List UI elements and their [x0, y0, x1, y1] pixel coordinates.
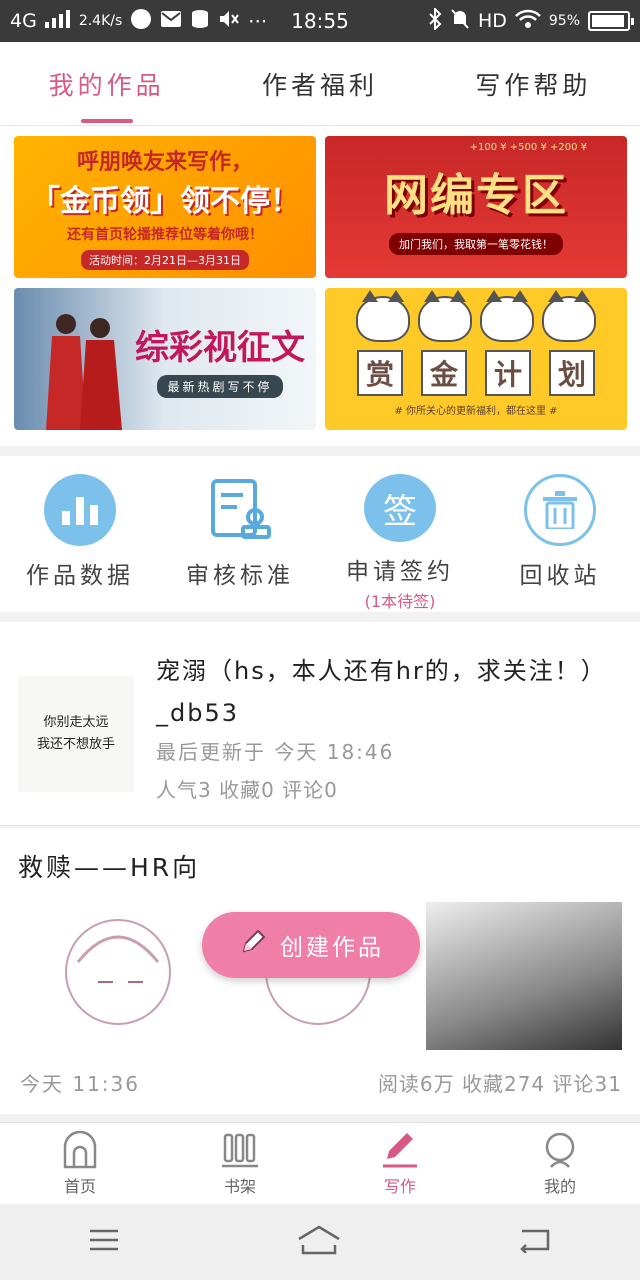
back-icon[interactable] [518, 1227, 552, 1257]
nav-label: 首页 [63, 1176, 96, 1196]
tool-label: 回收站 [519, 563, 601, 589]
nav-mine[interactable]: 我的 [480, 1123, 640, 1204]
work-title: 宠溺（hs，本人还有hr的，求关注！）_db53 [156, 657, 595, 727]
work-stats: 阅读6万 收藏274 评论31 [377, 1072, 622, 1096]
work-card-1[interactable]: 你别走太远 我还不想放手 宠溺（hs，本人还有hr的，求关注！）_db53 最后… [0, 622, 640, 826]
banner-char: 金 [421, 349, 467, 396]
bluetooth-icon [428, 6, 442, 35]
battery-icon [588, 11, 634, 31]
home-icon [63, 1130, 97, 1168]
nav-label: 我的 [543, 1176, 576, 1196]
hd-label: HD [477, 10, 507, 32]
work-stats: 人气3 收藏0 评论0 [156, 778, 338, 802]
banner-grid: 呼朋唤友来写作， 「金币领」领不停！ 还有首页轮播推荐位等着你哦！ 活动时间：2… [0, 126, 640, 446]
tab-author-benefits[interactable]: 作者福利 [213, 42, 426, 125]
tab-underline [80, 119, 133, 123]
cat-icon [542, 289, 596, 342]
banner-line: 综彩视征文 [135, 328, 305, 368]
work-time: 今天 11:36 [20, 1072, 140, 1096]
wifi-icon [514, 9, 541, 34]
tab-label: 写作帮助 [475, 70, 592, 100]
menu-icon[interactable] [88, 1228, 120, 1256]
status-bar: 4G 2.4K/s ⋯ 18:55 HD 95% [0, 0, 640, 42]
system-nav [0, 1204, 640, 1280]
cat-icon [356, 289, 410, 342]
top-tabs: 我的作品 作者福利 写作帮助 [0, 42, 640, 126]
banner-editor-zone[interactable]: +100 ¥ +500 ¥ +200 ¥ 网编专区 加门我们，我取第一笔零花钱！ [325, 136, 627, 278]
signal-icon [44, 9, 71, 33]
nav-home[interactable]: 首页 [0, 1123, 160, 1204]
app-icon [130, 8, 152, 35]
banner-coins: +100 ¥ +500 ¥ +200 ¥ [469, 142, 587, 153]
trash-icon [524, 474, 596, 546]
costume-figures-illustration [46, 314, 122, 430]
tab-writing-help[interactable]: 写作帮助 [427, 42, 640, 125]
banner-line: 网编专区 [384, 170, 568, 221]
banner-char: 计 [485, 349, 531, 396]
cover-text-line: 你别走太远 [43, 715, 109, 730]
nav-label: 写作 [383, 1176, 416, 1196]
work-cover: 你别走太远 我还不想放手 [18, 676, 134, 792]
battery-fill [592, 15, 624, 27]
profile-icon [545, 1132, 575, 1168]
document-stamp-icon [204, 474, 276, 546]
banner-invite-friends[interactable]: 呼朋唤友来写作， 「金币领」领不停！ 还有首页轮播推荐位等着你哦！ 活动时间：2… [14, 136, 316, 278]
bookshelf-icon [222, 1133, 258, 1167]
banner-line: 还有首页轮播推荐位等着你哦！ [67, 227, 263, 243]
battery-percent: 95% [548, 13, 580, 29]
pending-sign-count: (1本待签) [364, 592, 436, 611]
speed-label: 2.4K/s [78, 13, 123, 29]
bottom-nav: 首页 书架 写作 我的 [0, 1122, 640, 1204]
network-label: 4G [10, 10, 37, 32]
work-image-sketch-1 [18, 902, 214, 1050]
sign-icon: 签 [364, 474, 436, 542]
home-button-icon[interactable] [297, 1225, 341, 1259]
banner-chars: 赏 金 计 划 [357, 349, 595, 396]
banner-line: 最新热剧写不停 [157, 375, 283, 398]
work-updated-time: 最后更新于 今天 18:46 [156, 740, 395, 764]
pencil-icon [238, 927, 268, 963]
nav-label: 书架 [223, 1176, 256, 1196]
banner-line: 活动时间：2月21日—3月31日 [81, 250, 249, 270]
nav-write[interactable]: 写作 [320, 1123, 480, 1204]
banner-drama-contest[interactable]: 综彩视征文 最新热剧写不停 [14, 288, 316, 430]
banner-line: 加门我们，我取第一笔零花钱！ [389, 233, 563, 255]
work-image-grayscale [426, 902, 622, 1050]
cats-illustration [356, 289, 596, 342]
cat-icon [480, 289, 534, 342]
mute-icon [218, 9, 240, 34]
tool-row: 作品数据 审核标准 签 申请签约 (1本待签) 回收站 [0, 456, 640, 612]
status-left: 4G 2.4K/s ⋯ [10, 8, 428, 35]
cat-icon [418, 289, 472, 342]
pen-icon [383, 1132, 417, 1167]
banner-line: 呼朋唤友来写作， [76, 150, 253, 175]
cover-text-line: 我还不想放手 [36, 737, 115, 752]
tab-label: 我的作品 [48, 70, 165, 100]
storage-icon [190, 9, 210, 34]
banner-line: 「金币领」领不停！ [30, 184, 300, 219]
tool-label: 作品数据 [26, 563, 134, 589]
work-title: 救赎——HR向 [18, 853, 201, 882]
tool-recycle-bin[interactable]: 回收站 [480, 456, 640, 612]
bar-chart-icon [44, 474, 116, 546]
create-button-label: 创建作品 [280, 935, 384, 961]
tool-label: 审核标准 [186, 563, 294, 589]
tool-review-standard[interactable]: 审核标准 [160, 456, 320, 612]
banner-char: 赏 [357, 349, 403, 396]
tab-label: 作者福利 [261, 70, 378, 100]
status-right: HD 95% [428, 6, 634, 35]
tab-my-works[interactable]: 我的作品 [0, 42, 213, 125]
nav-bookshelf[interactable]: 书架 [160, 1123, 320, 1204]
tool-label: 申请签约 [346, 559, 454, 585]
tool-apply-sign[interactable]: 签 申请签约 (1本待签) [320, 456, 480, 612]
create-work-button[interactable]: 创建作品 [202, 912, 420, 978]
tool-work-data[interactable]: 作品数据 [0, 456, 160, 612]
banner-line: # 你所关心的更新福利，都在这里 # [394, 405, 558, 417]
bell-off-icon [450, 8, 470, 35]
banner-char: 划 [549, 349, 595, 396]
more-icon: ⋯ [248, 10, 268, 32]
banner-bounty-plan[interactable]: 赏 金 计 划 # 你所关心的更新福利，都在这里 # [325, 288, 627, 430]
mail-icon [160, 9, 182, 34]
